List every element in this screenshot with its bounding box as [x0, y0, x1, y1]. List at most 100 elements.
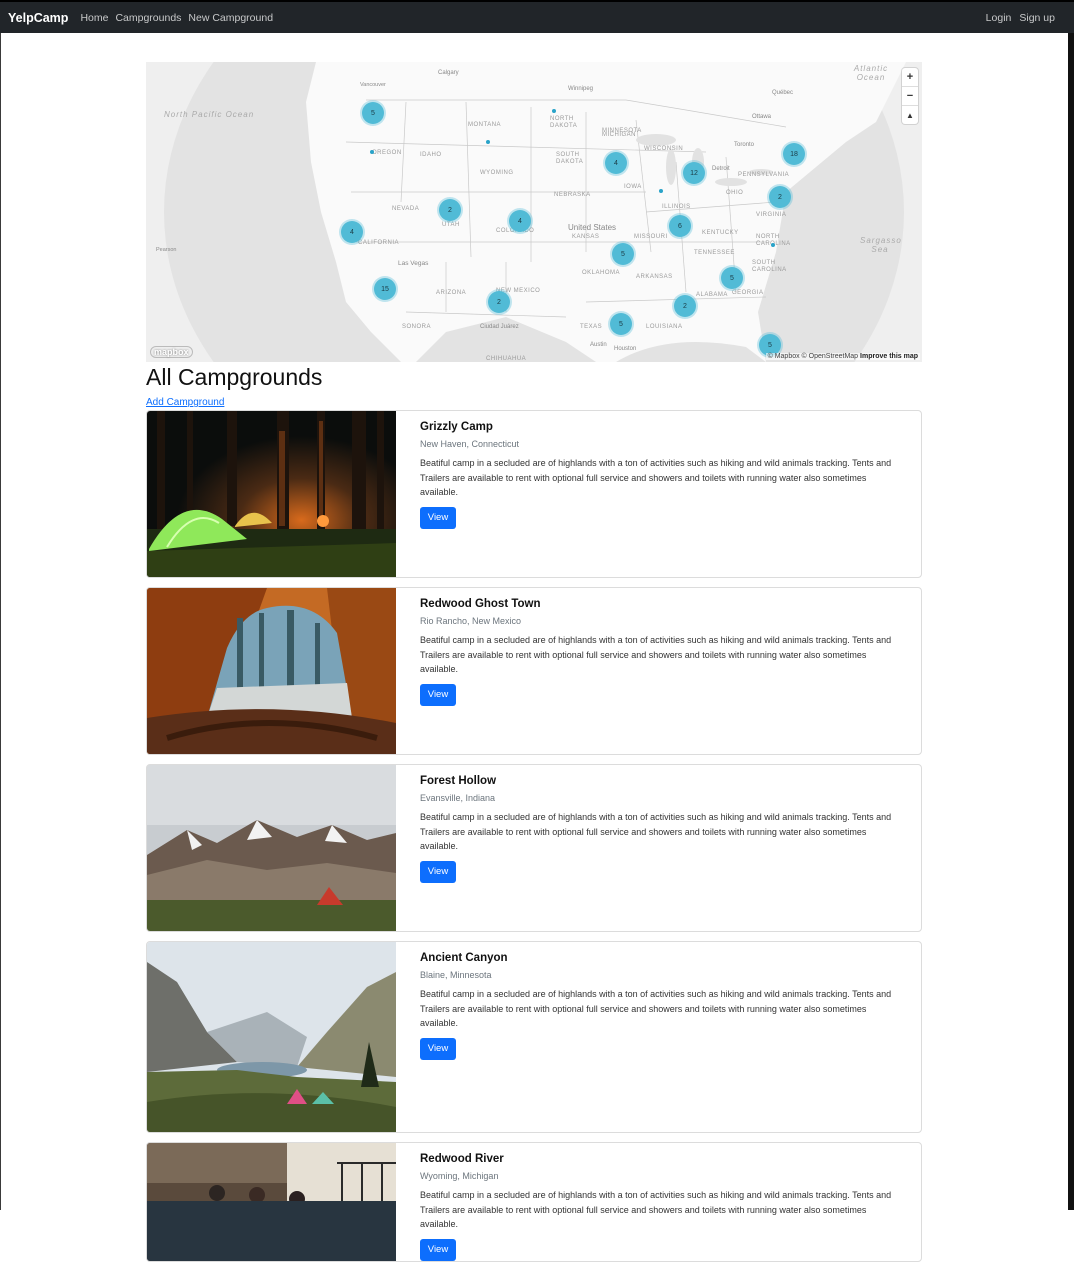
- nav-new-campground-link[interactable]: New Campground: [188, 12, 273, 24]
- map-cluster[interactable]: 5: [721, 267, 743, 289]
- label-ohio: Ohio: [726, 190, 744, 196]
- map-point[interactable]: [486, 140, 490, 144]
- label-north-pacific: North Pacific Ocean: [164, 110, 255, 119]
- card-location: Wyoming, Michigan: [420, 1171, 499, 1181]
- map-cluster[interactable]: 18: [783, 143, 805, 165]
- view-button[interactable]: View: [420, 860, 456, 883]
- label-detroit: Detroit: [712, 166, 730, 172]
- label-california: California: [358, 240, 400, 246]
- map-cluster[interactable]: 2: [769, 186, 791, 208]
- label-calgary: Calgary: [438, 70, 459, 76]
- nav-signup-link[interactable]: Sign up: [1019, 12, 1055, 24]
- label-houston: Houston: [614, 346, 637, 352]
- campground-card: Ancient Canyon Blaine, Minnesota Beatifu…: [146, 941, 922, 1133]
- label-nebraska: Nebraska: [554, 192, 591, 198]
- label-vancouver: Vancouver: [360, 82, 386, 88]
- map-cluster[interactable]: 6: [669, 215, 691, 237]
- campground-card: Redwood Ghost Town Rio Rancho, New Mexic…: [146, 587, 922, 755]
- map-cluster[interactable]: 5: [362, 102, 384, 124]
- label-pearson: Pearson: [156, 247, 177, 253]
- compass-icon[interactable]: ▲: [902, 106, 918, 124]
- campground-image: [147, 411, 396, 577]
- view-button[interactable]: View: [420, 683, 456, 706]
- label-virginia: Virginia: [756, 212, 787, 218]
- label-ciudad-juarez: Ciudad Juárez: [480, 324, 519, 330]
- campground-card: Redwood River Wyoming, Michigan Beatiful…: [146, 1142, 922, 1262]
- label-chihuahua: Chihuahua: [486, 356, 527, 362]
- card-body: Ancient Canyon Blaine, Minnesota Beatifu…: [420, 952, 905, 1060]
- label-oregon: Oregon: [372, 150, 402, 156]
- label-sargasso: Sargasso Sea: [860, 236, 902, 254]
- map-cluster[interactable]: 4: [605, 152, 627, 174]
- map-point[interactable]: [552, 109, 556, 113]
- campground-image: [147, 765, 396, 931]
- label-louisiana: Louisiana: [646, 324, 683, 330]
- card-body: Forest Hollow Evansville, Indiana Beatif…: [420, 775, 905, 883]
- map-cluster[interactable]: 4: [341, 221, 363, 243]
- zoom-out-button[interactable]: −: [902, 87, 918, 106]
- card-location: Blaine, Minnesota: [420, 970, 492, 980]
- map-navigation-control: + − ▲: [902, 68, 918, 124]
- label-idaho: Idaho: [420, 152, 442, 158]
- label-tennessee: Tennessee: [694, 250, 735, 256]
- label-utah: Utah: [442, 222, 460, 228]
- label-austin: Austin: [590, 342, 607, 348]
- label-kansas: Kansas: [572, 234, 600, 240]
- label-arizona: Arizona: [436, 290, 467, 296]
- map-attribution: © Mapbox © OpenStreetMap Improve this ma…: [765, 353, 920, 360]
- card-body: Redwood Ghost Town Rio Rancho, New Mexic…: [420, 598, 905, 706]
- attribution-text[interactable]: © Mapbox © OpenStreetMap: [768, 353, 858, 360]
- frame-edge-left: [0, 33, 1, 1210]
- card-location: New Haven, Connecticut: [420, 439, 520, 449]
- frame-edge-right: [1068, 33, 1074, 1210]
- card-description: Beatiful camp in a secluded are of highl…: [420, 458, 892, 497]
- label-sonora: Sonora: [402, 324, 432, 330]
- card-title: Redwood Ghost Town: [420, 598, 541, 610]
- label-texas: Texas: [580, 324, 603, 330]
- label-south-dakota: South Dakota: [556, 152, 584, 165]
- campground-card: Grizzly Camp New Haven, Connecticut Beat…: [146, 410, 922, 578]
- card-location: Evansville, Indiana: [420, 793, 496, 803]
- card-location: Rio Rancho, New Mexico: [420, 616, 522, 626]
- map-point[interactable]: [659, 189, 663, 193]
- map-point[interactable]: [771, 243, 775, 247]
- brand-logo[interactable]: YelpCamp: [8, 11, 68, 25]
- card-description: Beatiful camp in a secluded are of highl…: [420, 635, 892, 674]
- card-title: Forest Hollow: [420, 775, 497, 787]
- cluster-map[interactable]: North Pacific Ocean Atlantic Ocean Sarga…: [146, 62, 922, 362]
- map-cluster[interactable]: 15: [374, 278, 396, 300]
- label-atlantic: Atlantic Ocean: [853, 64, 889, 82]
- map-cluster[interactable]: 12: [683, 162, 705, 184]
- view-button[interactable]: View: [420, 1037, 456, 1060]
- nav-home-link[interactable]: Home: [80, 12, 108, 24]
- navbar: YelpCamp Home Campgrounds New Campground…: [0, 0, 1074, 33]
- label-oklahoma: Oklahoma: [582, 270, 621, 276]
- label-iowa: Iowa: [624, 184, 642, 190]
- mapbox-logo[interactable]: mapbox: [150, 346, 193, 358]
- map-cluster[interactable]: 5: [612, 243, 634, 265]
- label-ottawa: Ottawa: [752, 114, 772, 120]
- campground-image: [147, 1143, 396, 1261]
- nav-campgrounds-link[interactable]: Campgrounds: [115, 12, 181, 24]
- label-wisconsin: Wisconsin: [644, 146, 684, 152]
- card-description: Beatiful camp in a secluded are of highl…: [420, 812, 892, 851]
- improve-map-link[interactable]: Improve this map: [860, 353, 918, 360]
- map-cluster[interactable]: 5: [610, 313, 632, 335]
- view-button[interactable]: View: [420, 506, 456, 529]
- label-kentucky: Kentucky: [702, 230, 739, 236]
- zoom-in-button[interactable]: +: [902, 68, 918, 87]
- nav-auth-links: Login Sign up: [978, 2, 1055, 33]
- view-button[interactable]: View: [420, 1238, 456, 1261]
- map-cluster[interactable]: 2: [439, 199, 461, 221]
- label-north-dakota: North Dakota: [550, 116, 578, 129]
- card-title: Ancient Canyon: [420, 952, 508, 964]
- map-cluster[interactable]: 2: [488, 291, 510, 313]
- map-cluster[interactable]: 2: [674, 295, 696, 317]
- add-campground-link[interactable]: Add Campground: [146, 397, 224, 408]
- map-point[interactable]: [370, 150, 374, 154]
- campground-image: [147, 942, 396, 1132]
- label-georgia: Georgia: [732, 290, 764, 296]
- label-illinois: Illinois: [662, 204, 691, 210]
- map-cluster[interactable]: 4: [509, 210, 531, 232]
- nav-login-link[interactable]: Login: [986, 12, 1012, 24]
